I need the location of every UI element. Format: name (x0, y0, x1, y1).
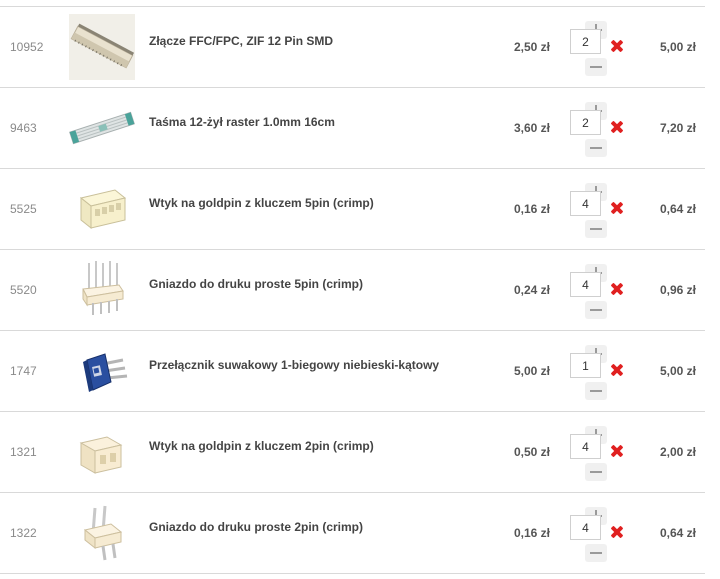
crimp-housing-icon[interactable] (69, 419, 135, 485)
decrease-quantity-button[interactable] (585, 58, 607, 76)
unit-price: 0,50 zł (513, 445, 550, 459)
unit-price: 5,00 zł (513, 364, 550, 378)
decrease-quantity-button[interactable] (585, 139, 607, 157)
quantity-input[interactable] (570, 353, 601, 378)
cart-row: 5525 Wtyk na goldpin z kluczem 5pin (cri… (0, 169, 705, 250)
remove-item-icon[interactable] (611, 283, 623, 295)
line-total: 0,64 zł (659, 526, 696, 540)
decrease-quantity-button[interactable] (585, 463, 607, 481)
cart-row: 10952 Złącze FFC/FPC, ZIF 12 Pin SMD 2,5… (0, 7, 705, 88)
product-name-link[interactable]: Wtyk na goldpin z kluczem 5pin (crimp) (149, 196, 374, 210)
quantity-input[interactable] (570, 515, 601, 540)
line-total: 7,20 zł (659, 121, 696, 135)
product-code: 5520 (10, 283, 37, 297)
line-total: 0,96 zł (659, 283, 696, 297)
remove-item-icon[interactable] (611, 202, 623, 214)
remove-item-icon[interactable] (611, 445, 623, 457)
unit-price: 2,50 zł (513, 40, 550, 54)
remove-item-icon[interactable] (611, 121, 623, 133)
product-code: 5525 (10, 202, 37, 216)
line-total: 5,00 zł (659, 40, 696, 54)
cart-row: 1747 Przełącznik suwakowy 1-biegowy nieb… (0, 331, 705, 412)
slide-switch-icon[interactable] (69, 338, 135, 404)
decrease-quantity-button[interactable] (585, 220, 607, 238)
product-code: 9463 (10, 121, 37, 135)
product-code: 1321 (10, 445, 37, 459)
quantity-input[interactable] (570, 434, 601, 459)
decrease-quantity-button[interactable] (585, 544, 607, 562)
cart-row: 1322 Gniazdo do druku proste 2pin (crimp… (0, 493, 705, 574)
product-name-link[interactable]: Taśma 12-żył raster 1.0mm 16cm (149, 115, 335, 129)
product-name-link[interactable]: Wtyk na goldpin z kluczem 2pin (crimp) (149, 439, 374, 453)
quantity-input[interactable] (570, 191, 601, 216)
cart-row: 5520 Gniazdo do druku proste 5pin (crimp… (0, 250, 705, 331)
line-total: 5,00 zł (659, 364, 696, 378)
quantity-input[interactable] (570, 272, 601, 297)
remove-item-icon[interactable] (611, 364, 623, 376)
product-code: 1747 (10, 364, 37, 378)
pcb-header-icon[interactable] (69, 257, 135, 323)
ffc-connector-icon[interactable] (69, 14, 135, 80)
product-name-link[interactable]: Gniazdo do druku proste 2pin (crimp) (149, 520, 363, 534)
product-name-link[interactable]: Złącze FFC/FPC, ZIF 12 Pin SMD (149, 34, 333, 48)
unit-price: 0,16 zł (513, 202, 550, 216)
crimp-housing-icon[interactable] (69, 176, 135, 242)
line-total: 2,00 zł (659, 445, 696, 459)
remove-item-icon[interactable] (611, 40, 623, 52)
product-code: 10952 (10, 40, 44, 54)
quantity-input[interactable] (570, 29, 601, 54)
quantity-input[interactable] (570, 110, 601, 135)
cart-row: 9463 Taśma 12-żył raster 1.0mm 16cm 3,60… (0, 88, 705, 169)
product-name-link[interactable]: Przełącznik suwakowy 1-biegowy niebieski… (149, 358, 439, 372)
decrease-quantity-button[interactable] (585, 382, 607, 400)
unit-price: 0,16 zł (513, 526, 550, 540)
unit-price: 0,24 zł (513, 283, 550, 297)
product-name-link[interactable]: Gniazdo do druku proste 5pin (crimp) (149, 277, 363, 291)
product-code: 1322 (10, 526, 37, 540)
line-total: 0,64 zł (659, 202, 696, 216)
cart-table: 10952 Złącze FFC/FPC, ZIF 12 Pin SMD 2,5… (0, 0, 720, 579)
pcb-header-icon[interactable] (69, 500, 135, 566)
ribbon-cable-icon[interactable] (69, 95, 135, 161)
cart-row: 1321 Wtyk na goldpin z kluczem 2pin (cri… (0, 412, 705, 493)
decrease-quantity-button[interactable] (585, 301, 607, 319)
unit-price: 3,60 zł (513, 121, 550, 135)
remove-item-icon[interactable] (611, 526, 623, 538)
